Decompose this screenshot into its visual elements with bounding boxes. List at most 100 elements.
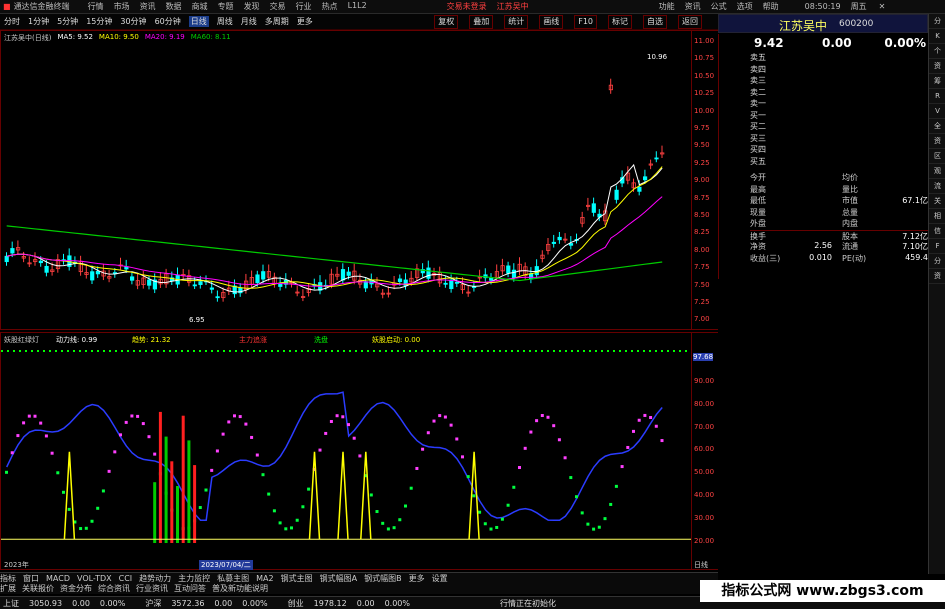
period-tab-8[interactable]: 月线 — [241, 16, 257, 27]
trend-step — [16, 434, 20, 438]
sidebar-item-0[interactable]: 分 — [929, 14, 945, 29]
sidebar-item-10[interactable]: 观 — [929, 164, 945, 179]
right-menu-item-4[interactable]: 帮助 — [763, 1, 779, 12]
right-menu-item-1[interactable]: 资讯 — [685, 1, 701, 12]
trend-step — [301, 505, 305, 509]
period-tab-10[interactable]: 更多 — [297, 16, 313, 27]
trend-step — [44, 434, 48, 438]
right-menu-item-0[interactable]: 功能 — [659, 1, 675, 12]
volume-bar — [153, 482, 157, 543]
order-book-label: 卖二 — [750, 87, 766, 97]
indicator-tab-8[interactable]: MA2 — [256, 574, 273, 583]
sidebar-item-7[interactable]: 全 — [929, 119, 945, 134]
period-tab-1[interactable]: 1分钟 — [28, 16, 49, 27]
period-tab-7[interactable]: 周线 — [217, 16, 233, 27]
sidebar-item-13[interactable]: 相 — [929, 209, 945, 224]
period-tab-6[interactable]: 日线 — [188, 16, 209, 27]
right-sidebar: 分K个资筹RV全资区观流关相信F分资 — [928, 14, 945, 574]
toolbar-button-2[interactable]: 统计 — [504, 14, 529, 29]
indicator-tab-4[interactable]: CCI — [119, 574, 133, 583]
toolbar-button-0[interactable]: 复权 — [434, 14, 459, 29]
period-tab-2[interactable]: 5分钟 — [57, 16, 78, 27]
right-menu-item-3[interactable]: 选项 — [737, 1, 753, 12]
period-tab-5[interactable]: 60分钟 — [155, 16, 181, 27]
sidebar-item-6[interactable]: V — [929, 104, 945, 119]
menu-item-4[interactable]: 商城 — [192, 1, 208, 12]
stats-row: 收益(三) 0.010 PE(动) 459.4 — [750, 253, 928, 265]
info-tab-6[interactable]: 普及新功能说明 — [212, 583, 268, 594]
stat-label: 均价 — [842, 173, 858, 182]
menu-item-2[interactable]: 资讯 — [140, 1, 156, 12]
menu-item-7[interactable]: 交易 — [270, 1, 286, 12]
sidebar-item-5[interactable]: R — [929, 89, 945, 104]
indicator-tab-7[interactable]: 私募主图 — [217, 573, 249, 583]
kline-axis-label: 8.50 — [694, 211, 710, 219]
toolbar-button-5[interactable]: 标记 — [608, 14, 632, 29]
period-tab-3[interactable]: 15分钟 — [86, 16, 112, 27]
toolbar-button-4[interactable]: F10 — [574, 14, 597, 29]
close-icon[interactable]: ✕ — [879, 2, 886, 11]
sidebar-item-3[interactable]: 资 — [929, 59, 945, 74]
trend-step — [495, 525, 499, 529]
toolbar-button-1[interactable]: 叠加 — [469, 14, 494, 29]
toolbar-button-7[interactable]: 返回 — [678, 14, 702, 29]
indicator-tab-3[interactable]: VOL-TDX — [77, 574, 112, 583]
sidebar-item-15[interactable]: F — [929, 239, 945, 254]
toolbar-button-3[interactable]: 画线 — [539, 14, 564, 29]
indicator-tab-10[interactable]: 钢式幅图A — [320, 573, 357, 583]
login-status[interactable]: 交易未登录 — [447, 1, 487, 12]
sidebar-item-12[interactable]: 关 — [929, 194, 945, 209]
sidebar-item-9[interactable]: 区 — [929, 149, 945, 164]
cy-index-name[interactable]: 创业 — [288, 598, 304, 609]
indicator-chart[interactable]: 妖股红绿灯 动力线: 0.99 趋势: 21.32 主力追涨 洗盘 妖股启动: … — [0, 332, 718, 570]
menu-item-3[interactable]: 数据 — [166, 1, 182, 12]
period-tab-9[interactable]: 多周期 — [265, 16, 289, 27]
indicator-tab-5[interactable]: 趋势动力 — [139, 573, 171, 583]
kline-chart[interactable]: 江苏吴中(日线) MA5: 9.52 MA10: 9.50 MA20: 9.19… — [0, 30, 718, 330]
menu-item-6[interactable]: 发现 — [244, 1, 260, 12]
info-tab-4[interactable]: 行业资讯 — [136, 583, 168, 594]
right-menu-item-2[interactable]: 公式 — [711, 1, 727, 12]
indicator-tab-11[interactable]: 钢式幅图B — [364, 573, 402, 583]
trend-step — [586, 522, 590, 526]
menu-item-10[interactable]: L1L2 — [348, 1, 367, 12]
info-tab-5[interactable]: 互动问答 — [174, 583, 206, 594]
sidebar-item-14[interactable]: 信 — [929, 224, 945, 239]
order-book-row: 卖二 — [750, 87, 928, 99]
hs-index-name[interactable]: 沪深 — [145, 598, 161, 609]
indicator-tab-1[interactable]: 窗口 — [23, 573, 39, 583]
sidebar-item-2[interactable]: 个 — [929, 44, 945, 59]
indicator-tab-0[interactable]: 指标 — [0, 573, 16, 583]
info-tab-0[interactable]: 扩展 — [0, 583, 16, 594]
indicator-tab-12[interactable]: 更多 — [409, 573, 425, 583]
trend-step — [238, 415, 242, 419]
toolbar-buttons: 复权 叠加 统计 画线 F10 标记 自选 返回 — [431, 14, 710, 29]
indicator-tab-2[interactable]: MACD — [46, 574, 70, 583]
info-tab-2[interactable]: 资金分布 — [60, 583, 92, 594]
period-tab-4[interactable]: 30分钟 — [120, 16, 146, 27]
indicator-tab-13[interactable]: 设置 — [432, 573, 448, 583]
menu-item-0[interactable]: 行情 — [88, 1, 104, 12]
trend-step — [352, 436, 356, 440]
sidebar-item-16[interactable]: 分 — [929, 254, 945, 269]
menu-item-9[interactable]: 热点 — [322, 1, 338, 12]
info-tab-3[interactable]: 综合资讯 — [98, 583, 130, 594]
menu-item-8[interactable]: 行业 — [296, 1, 312, 12]
sidebar-item-4[interactable]: 筹 — [929, 74, 945, 89]
sidebar-item-8[interactable]: 资 — [929, 134, 945, 149]
trend-step — [489, 527, 493, 531]
indicator-tab-6[interactable]: 主力监控 — [178, 573, 210, 583]
menu-item-1[interactable]: 市场 — [114, 1, 130, 12]
indicator-tab-9[interactable]: 钢式主图 — [281, 573, 313, 583]
period-tab-0[interactable]: 分时 — [4, 16, 20, 27]
sh-index-name[interactable]: 上证 — [3, 598, 19, 609]
sidebar-item-1[interactable]: K — [929, 29, 945, 44]
sidebar-item-11[interactable]: 流 — [929, 179, 945, 194]
menu-item-5[interactable]: 专题 — [218, 1, 234, 12]
indicator-axis: 97.68 90.00 80.00 70.00 60.00 50.00 40.00 30.00… — [691, 333, 718, 569]
indicator-axis-label: 40.00 — [694, 491, 715, 499]
toolbar-button-6[interactable]: 自选 — [643, 14, 667, 29]
info-tab-1[interactable]: 关联报价 — [22, 583, 54, 594]
hs-index-pct: 0.00% — [242, 598, 268, 608]
sidebar-item-17[interactable]: 资 — [929, 269, 945, 284]
